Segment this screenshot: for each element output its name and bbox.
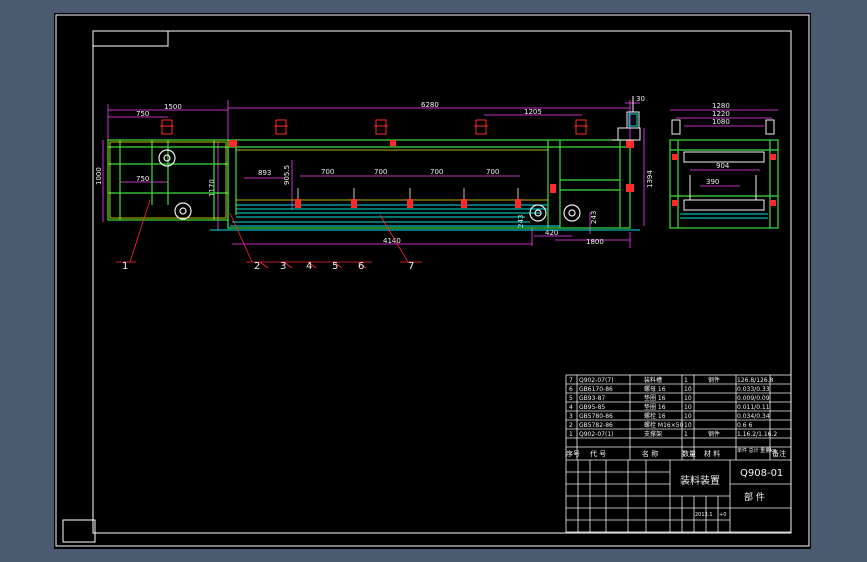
dim-1500: 1500 bbox=[164, 103, 182, 111]
part-no: 3 bbox=[569, 413, 573, 420]
drawing-date: 2013.1 bbox=[695, 512, 713, 518]
dim-243-right: 243 bbox=[590, 211, 598, 224]
side-dim-390: 390 bbox=[706, 178, 719, 186]
balloon-7: 7 bbox=[408, 261, 414, 272]
part-name: 螺栓 16 bbox=[644, 412, 666, 420]
header-name: 名 称 bbox=[642, 449, 658, 458]
part-name: 装料槽 bbox=[644, 376, 662, 384]
dim-30: 30 bbox=[636, 95, 645, 103]
dim-893: 893 bbox=[258, 169, 271, 177]
part-code: GB93-87 bbox=[579, 395, 605, 402]
header-remark: 备注 bbox=[772, 449, 786, 458]
drawing-mark: +0 bbox=[719, 512, 726, 518]
part-code: Q902-07(1) bbox=[579, 431, 613, 438]
dim-905-5: 905.5 bbox=[283, 165, 291, 185]
part-material: 钢件 bbox=[708, 376, 720, 384]
dim-750-top: 750 bbox=[136, 110, 149, 118]
part-qty: 10 bbox=[684, 422, 692, 429]
part-name: 支撑架 bbox=[644, 430, 662, 438]
dim-700-d: 700 bbox=[486, 168, 499, 176]
drawing-sheet bbox=[54, 13, 811, 549]
side-dim-1220: 1220 bbox=[712, 110, 730, 118]
part-name: 垫圈 16 bbox=[644, 403, 666, 411]
part-qty: 10 bbox=[684, 395, 692, 402]
dim-700-c: 700 bbox=[430, 168, 443, 176]
dim-1170: 1170 bbox=[208, 179, 216, 197]
drawing-type: 部 件 bbox=[744, 491, 765, 503]
part-qty: 1 bbox=[684, 377, 688, 384]
balloon-5: 5 bbox=[332, 261, 338, 272]
dim-700-a: 700 bbox=[321, 168, 334, 176]
part-qty: 10 bbox=[684, 413, 692, 420]
balloon-6: 6 bbox=[358, 261, 364, 272]
part-code: GB5782-86 bbox=[579, 422, 613, 429]
part-no: 6 bbox=[569, 386, 573, 393]
part-qty: 1 bbox=[684, 431, 688, 438]
header-code: 代 号 bbox=[590, 449, 606, 458]
drawing-code: Q908-01 bbox=[740, 468, 783, 479]
drawing-title: 装料装置 bbox=[680, 474, 720, 487]
part-weight: 0.011/0.11 bbox=[737, 404, 770, 411]
side-dim-1080: 1080 bbox=[712, 118, 730, 126]
part-code: GB5780-86 bbox=[579, 413, 613, 420]
header-qty: 数量 bbox=[682, 449, 696, 458]
dim-1800: 1800 bbox=[586, 238, 604, 246]
part-name: 螺母 16 bbox=[644, 385, 666, 393]
header-seq: 序号 bbox=[566, 449, 580, 458]
part-code: Q902-07(7) bbox=[579, 377, 613, 384]
part-name: 螺栓 M16×50 bbox=[644, 421, 684, 429]
part-code: GB95-85 bbox=[579, 404, 605, 411]
part-code: GB6170-86 bbox=[579, 386, 613, 393]
part-weight: 0.033/0.33 bbox=[737, 386, 770, 393]
part-no: 1 bbox=[569, 431, 573, 438]
part-no: 4 bbox=[569, 404, 573, 411]
part-weight: 0.009/0.09 bbox=[737, 395, 770, 402]
part-weight: 1.16.2/1.16.2 bbox=[737, 431, 777, 438]
dim-1000: 1000 bbox=[95, 167, 103, 185]
header-material: 材 料 bbox=[704, 449, 720, 458]
part-no: 7 bbox=[569, 377, 573, 384]
part-qty: 10 bbox=[684, 404, 692, 411]
part-no: 2 bbox=[569, 422, 573, 429]
side-dim-904: 904 bbox=[716, 162, 730, 170]
cad-drawing-canvas[interactable]: 1500 750 6280 1205 30 1000 750 1170 893 … bbox=[0, 0, 867, 562]
part-weight: 0.034/0.34 bbox=[737, 413, 770, 420]
dim-6280: 6280 bbox=[421, 101, 439, 109]
part-weight: 0.6 6 bbox=[737, 422, 752, 429]
part-weight: 126.8/126.8 bbox=[737, 377, 774, 384]
dim-750-mid: 750 bbox=[136, 175, 149, 183]
balloon-3: 3 bbox=[280, 261, 286, 272]
dim-700-b: 700 bbox=[374, 168, 387, 176]
side-dim-1280: 1280 bbox=[712, 102, 730, 110]
part-qty: 10 bbox=[684, 386, 692, 393]
dim-1205: 1205 bbox=[524, 108, 542, 116]
balloon-2: 2 bbox=[254, 261, 260, 272]
balloon-4: 4 bbox=[306, 261, 312, 272]
part-no: 5 bbox=[569, 395, 573, 402]
dim-4140: 4140 bbox=[383, 237, 401, 245]
header-weight: 单件 总计 重量kg bbox=[737, 447, 776, 454]
balloon-1: 1 bbox=[122, 261, 128, 272]
part-name: 垫圈 16 bbox=[644, 394, 666, 402]
dim-1394: 1394 bbox=[646, 170, 654, 188]
part-material: 钢件 bbox=[708, 430, 720, 438]
